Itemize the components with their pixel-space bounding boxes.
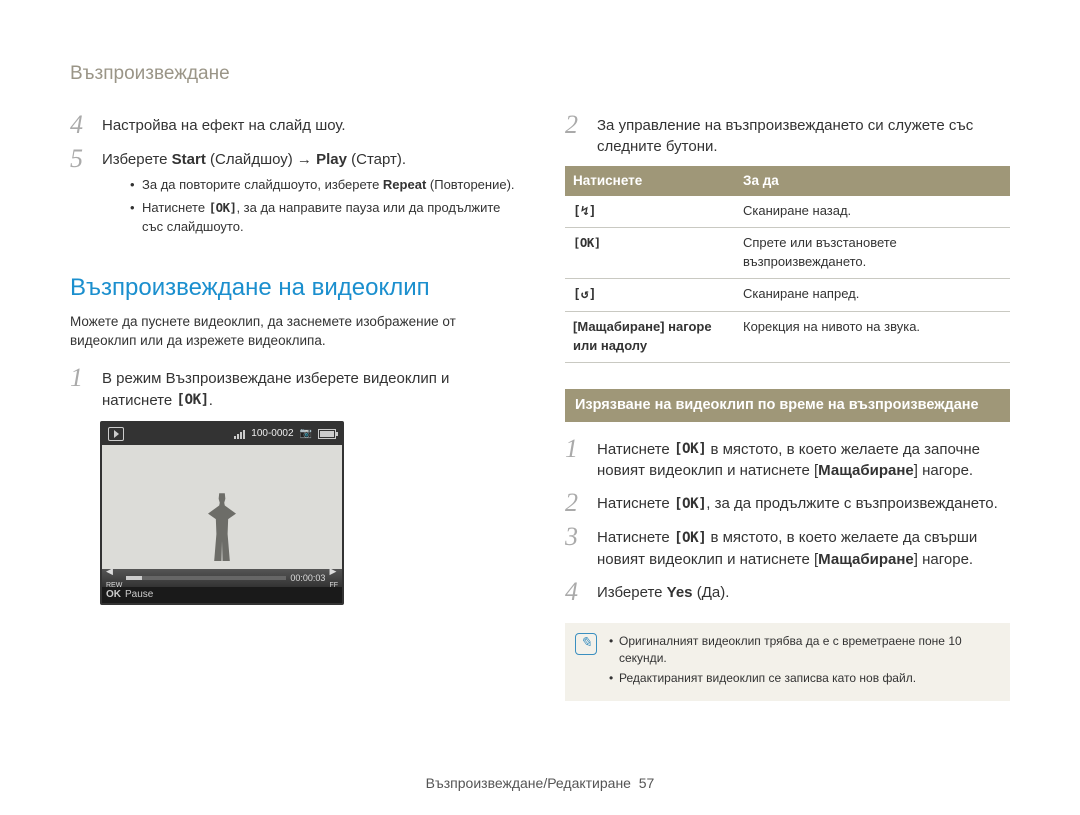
controls-table: Натиснете За да [↯] Сканиране назад. Спр… [565,166,1010,363]
ok-label: OK [106,588,121,603]
table-row: [↺] Сканиране напред. [565,279,1010,312]
trim-step-4: 4 Изберете Yes (Да). [565,579,1010,605]
step-text: Натиснете , за да продължите с възпроизв… [597,490,1010,516]
step-number: 2 [565,112,585,159]
section-heading: Възпроизвеждане на видеоклип [70,271,515,306]
battery-icon [318,429,336,439]
volume-icon [234,430,245,439]
ok-icon [674,494,706,515]
step-text: За управление на възпроизвеждането си сл… [597,112,1010,159]
ok-icon [674,528,706,549]
video-preview: 100-0002 📷 ◀REW 00:00:03 ▶FF OK Pause [100,421,344,605]
trim-step-2: 2 Натиснете , за да продължите с възпрои… [565,490,1010,516]
step-5: 5 Изберете Start (Слайдшоу) → Play (Стар… [70,146,515,241]
section-intro: Можете да пуснете видеоклип, да заснемет… [70,312,515,351]
table-row: Спрете или възстановете възпроизвежданет… [565,228,1010,279]
step-text: Натиснете в мястото, в което желаете да … [597,524,1010,571]
table-header-press: Натиснете [565,166,735,196]
play-mode-icon [108,427,124,441]
video-topbar: 100-0002 📷 [102,423,342,445]
image-counter: 100-0002 [251,427,293,442]
step-text: В режим Възпроизвеждане изберете видеокл… [102,365,515,412]
note-box: ✎ Оригиналният видеоклип трябва да е с в… [565,623,1010,701]
table-row: [↯] Сканиране назад. [565,196,1010,228]
step-number: 1 [565,436,585,483]
step-text: Изберете Start (Слайдшоу) → Play (Старт)… [102,146,515,241]
step-2-controls: 2 За управление на възпроизвеждането си … [565,112,1010,159]
note-item: Оригиналният видеоклип трябва да е с вре… [609,633,998,668]
video-frame [102,445,342,569]
trim-step-3: 3 Натиснете в мястото, в което желаете д… [565,524,1010,571]
ok-icon [573,235,601,253]
step-number: 3 [565,524,585,571]
bullet-item: Натиснете , за да направите пауза или да… [130,199,515,237]
step-text: Настройва на ефект на слайд шоу. [102,112,515,138]
ok-icon [209,200,237,218]
step-4: 4 Настройва на ефект на слайд шоу. [70,112,515,138]
right-column: 2 За управление на възпроизвеждането си … [565,112,1010,701]
table-row: [Мащабиране] нагоре или надолу Корекция … [565,311,1010,362]
sub-bullets: За да повторите слайдшоуто, изберете Rep… [130,176,515,237]
ok-icon [674,439,706,460]
elapsed-time: 00:00:03 [290,572,325,585]
ok-icon [176,390,208,411]
bullet-item: За да повторите слайдшоуто, изберете Rep… [130,176,515,195]
table-cell: Сканиране напред. [735,279,1010,312]
note-icon: ✎ [575,633,597,655]
step-text: Изберете Yes (Да). [597,579,1010,605]
person-silhouette-icon [208,493,236,561]
video-controls: ◀REW 00:00:03 ▶FF [102,569,342,587]
step-text: Натиснете в мястото, в което желаете да … [597,436,1010,483]
progress-bar [126,576,286,580]
step-number: 4 [70,112,90,138]
subsection-banner: Изрязване на видеоклип по време на възпр… [565,389,1010,422]
step-number: 4 [565,579,585,605]
table-cell: Сканиране назад. [735,196,1010,228]
left-column: 4 Настройва на ефект на слайд шоу. 5 Изб… [70,112,515,701]
trim-step-1: 1 Натиснете в мястото, в което желаете д… [565,436,1010,483]
step-number: 1 [70,365,90,412]
table-cell: Спрете или възстановете възпроизвежданет… [735,228,1010,279]
video-bottombar: OK Pause [102,587,342,603]
pause-label: Pause [125,588,153,603]
table-cell: [Мащабиране] нагоре или надолу [565,311,735,362]
step-1-video: 1 В режим Възпроизвеждане изберете видео… [70,365,515,412]
page-footer: Възпроизвеждане/Редактиране 57 [0,773,1080,793]
timer-right-icon: [↺] [573,287,596,302]
step-number: 2 [565,490,585,516]
table-cell: Корекция на нивото на звука. [735,311,1010,362]
breadcrumb: Възпроизвеждане [70,60,1010,88]
flash-left-icon: [↯] [573,204,596,219]
note-item: Редактираният видеоклип се записва като … [609,670,998,687]
table-header-to: За да [735,166,1010,196]
step-number: 5 [70,146,90,241]
